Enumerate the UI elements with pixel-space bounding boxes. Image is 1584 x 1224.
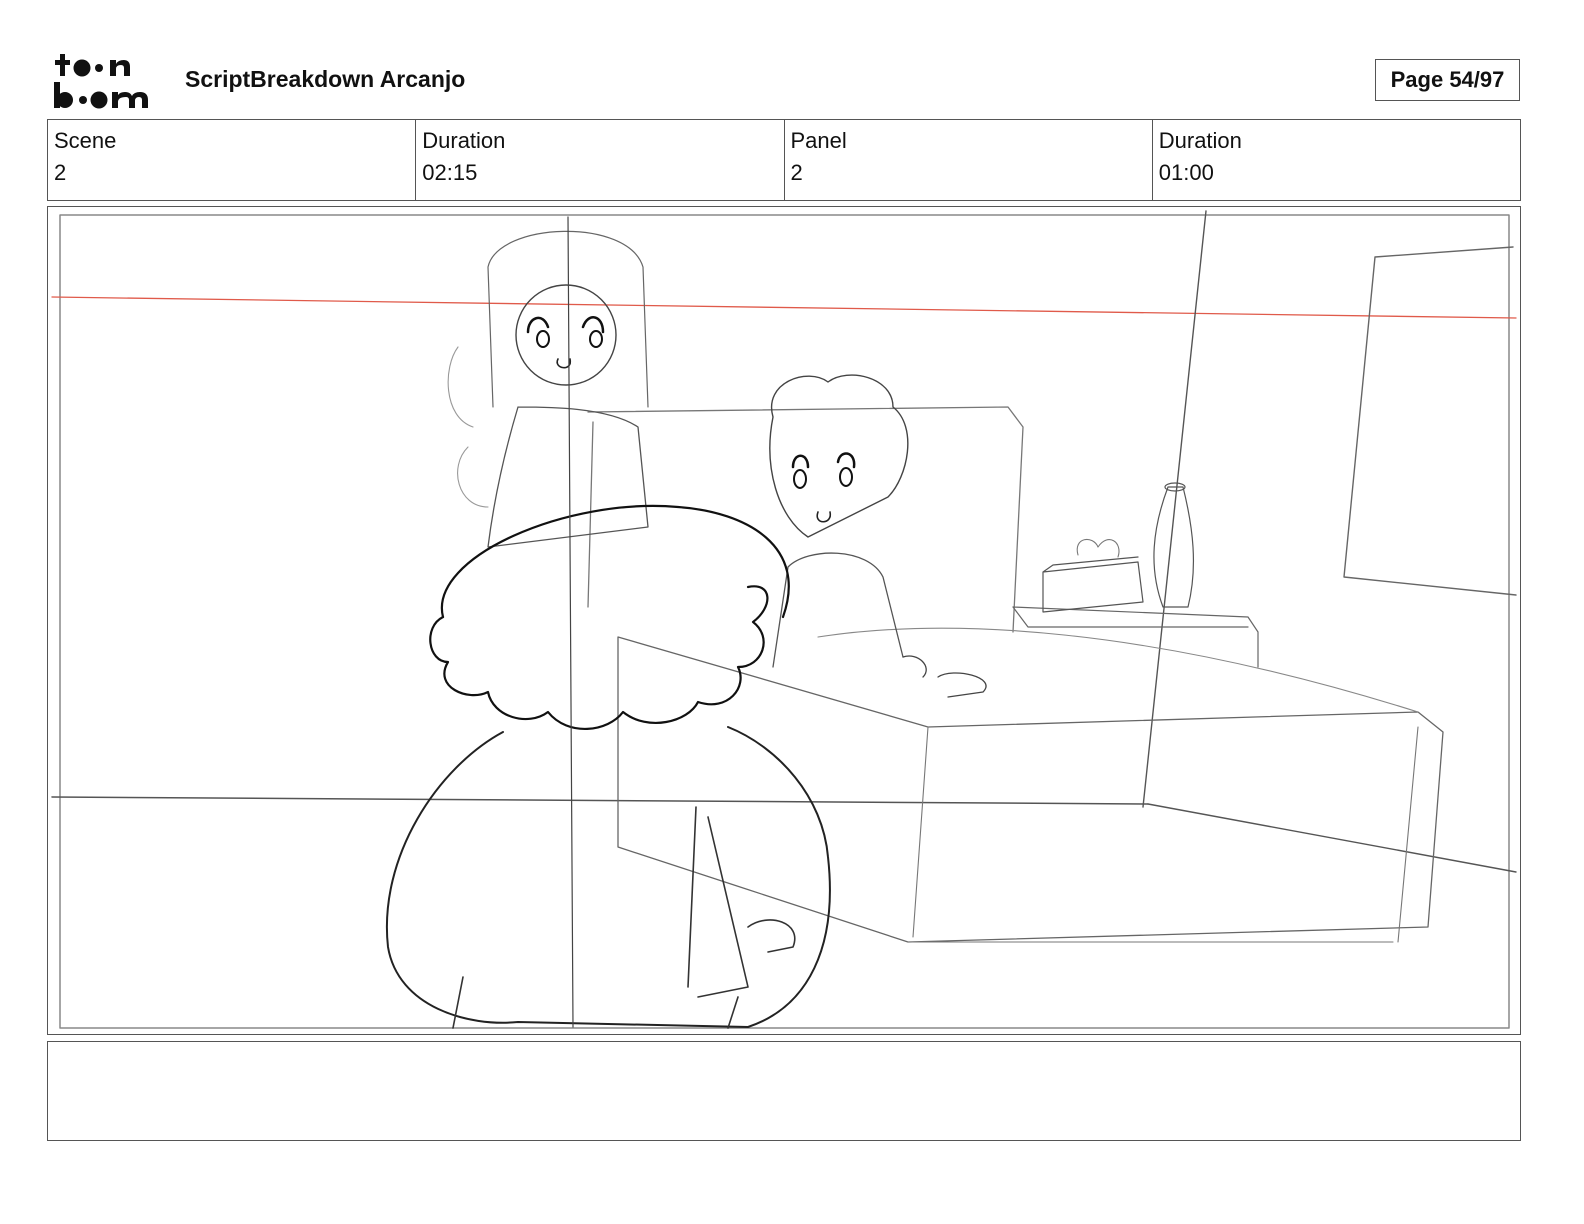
panel-value: 2	[790, 160, 803, 185]
scene-info-table: Scene 2 Duration 02:15 Panel 2 Duration …	[47, 119, 1521, 201]
document-title: ScriptBreakdown Arcanjo	[185, 66, 466, 92]
panel-duration-cell: Duration 01:00	[1153, 120, 1520, 200]
panel-label: Panel	[790, 128, 847, 153]
panel-sketch	[51, 210, 1517, 1029]
scene-duration-cell: Duration 02:15	[416, 120, 785, 200]
scene-cell: Scene 2	[48, 120, 417, 200]
panel-duration-value: 01:00	[1158, 160, 1214, 185]
scene-value: 2	[54, 160, 67, 185]
panel-duration-label: Duration	[1158, 128, 1242, 153]
horizon-line	[51, 296, 1517, 319]
scene-duration-label: Duration	[422, 128, 506, 153]
scene-duration-value: 02:15	[422, 160, 478, 185]
toon-boom-logo	[52, 52, 164, 112]
scene-label: Scene	[54, 128, 117, 153]
page-indicator: Page 54/97	[1375, 59, 1520, 101]
panel-notes	[47, 1041, 1521, 1141]
storyboard-panel	[47, 206, 1521, 1035]
panel-cell: Panel 2	[785, 120, 1153, 200]
